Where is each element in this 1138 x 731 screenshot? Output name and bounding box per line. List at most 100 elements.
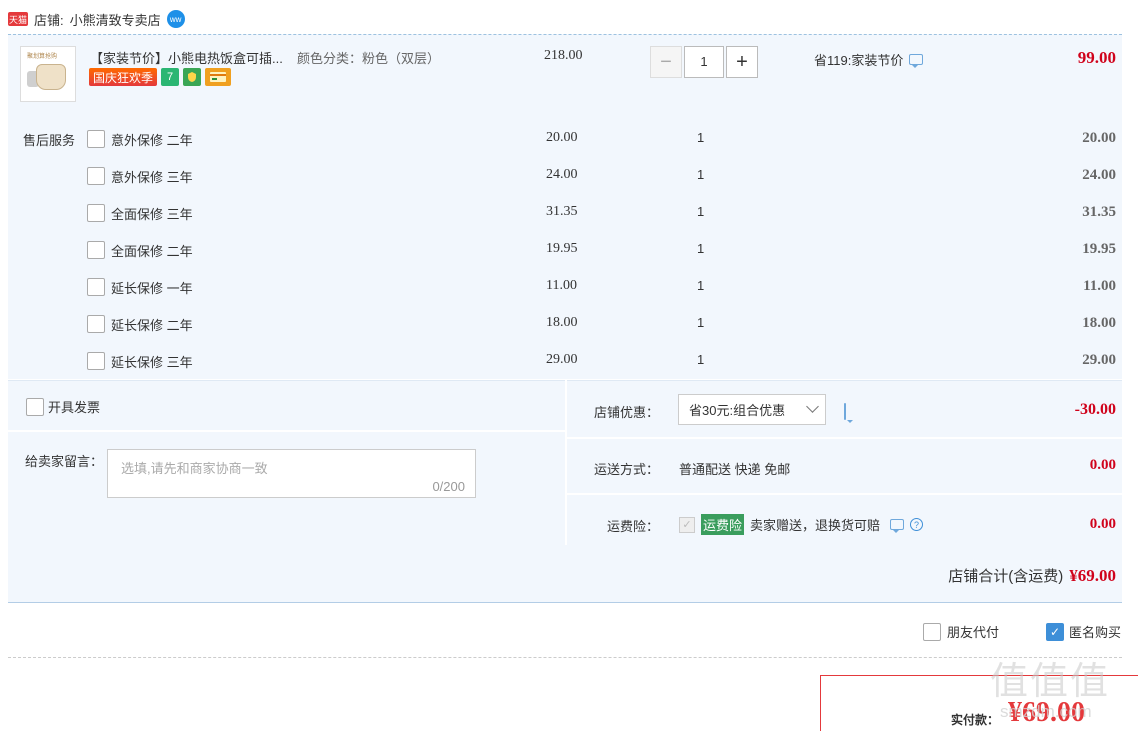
friend-pay-option[interactable]: 朋友代付 <box>923 622 999 641</box>
store-summary: 店铺合计(含运费) ¥69.00 <box>948 565 1116 586</box>
wangwang-chat-icon[interactable]: ww <box>166 10 185 28</box>
watermark-logo: 值值值 <box>990 661 1111 703</box>
comment-icon[interactable] <box>909 54 924 68</box>
service-checkbox[interactable] <box>87 352 105 370</box>
service-qty: 1 <box>697 241 705 256</box>
festival-tag: 国庆狂欢季 <box>89 68 158 86</box>
store-header: 天猫 店铺: 小熊清致专卖店 ww <box>8 8 185 30</box>
comment-icon[interactable] <box>844 403 846 420</box>
service-checkbox[interactable] <box>87 315 105 333</box>
service-total: 19.95 <box>1082 241 1116 257</box>
store-discount-amount: -30.00 <box>1074 401 1116 418</box>
friend-pay-checkbox[interactable] <box>923 622 941 641</box>
anonymous-buy-label: 匿名购买 <box>1069 625 1122 640</box>
tmall-logo-icon: 天猫 <box>8 12 28 26</box>
service-price: 18.00 <box>546 315 578 330</box>
message-char-count: 0/200 <box>432 479 465 494</box>
service-checkbox[interactable] <box>87 204 105 222</box>
shipping-insurance-label: 运费险： <box>607 519 660 534</box>
service-price: 11.00 <box>546 278 577 293</box>
store-summary-label: 店铺合计(含运费) <box>948 568 1064 585</box>
chevron-down-icon <box>806 400 819 413</box>
shipping-method: 普通配送 快递 免邮 <box>679 462 791 477</box>
shipping-label: 运送方式： <box>594 462 660 477</box>
insurance-checkbox: ✓ <box>679 516 695 533</box>
anonymous-buy-checkbox[interactable]: ✓ <box>1046 622 1064 641</box>
row-divider <box>8 430 565 432</box>
shipping-insurance: ✓ 运费险 卖家赠送，退换货可赔 ? <box>679 514 924 535</box>
discount-note: 省119:家装节价 <box>814 50 924 69</box>
service-total: 11.00 <box>1083 278 1116 294</box>
quantity-plus-button[interactable]: + <box>726 46 758 78</box>
service-total: 20.00 <box>1082 130 1116 146</box>
product-title-link[interactable]: 【家装节价】小熊电热饭盒可插... <box>90 48 283 67</box>
card-payment-icon <box>205 68 232 86</box>
quantity-input[interactable]: 1 <box>684 46 724 78</box>
anonymous-buy-option[interactable]: ✓ 匿名购买 <box>1046 622 1121 641</box>
comment-icon[interactable] <box>890 519 905 533</box>
service-checkbox[interactable] <box>87 241 105 259</box>
row-divider <box>567 493 1122 495</box>
service-name: 延长保修 一年 <box>111 281 193 296</box>
service-total: 24.00 <box>1082 167 1116 183</box>
insurance-desc: 卖家赠送，退换货可赔 <box>750 518 881 533</box>
section-divider <box>8 657 1122 658</box>
service-qty: 1 <box>697 167 705 182</box>
quantity-stepper: − 1 + <box>650 46 758 78</box>
insurance-amount: 0.00 <box>1089 516 1116 532</box>
quantity-minus-button[interactable]: − <box>650 46 682 78</box>
service-price: 29.00 <box>546 352 578 367</box>
invoice-label: 开具发票 <box>48 400 101 415</box>
thumbnail-caption: 聚划算抢购 <box>27 54 58 60</box>
service-row: 延长保修 三年 29.00 1 29.00 <box>0 350 1138 372</box>
service-name: 延长保修 三年 <box>111 355 193 370</box>
service-total: 18.00 <box>1082 315 1116 331</box>
store-name-link[interactable]: 小熊清致专卖店 <box>70 10 161 29</box>
promo-tags: 国庆狂欢季 7 <box>89 68 232 86</box>
service-row: 意外保修 二年 20.00 1 20.00 <box>0 128 1138 150</box>
insurance-tag: 运费险 <box>701 514 745 535</box>
discount-note-text: 省119:家装节价 <box>814 53 904 68</box>
store-discount-label: 店铺优惠： <box>594 405 660 420</box>
service-qty: 1 <box>697 278 705 293</box>
store-summary-amount: ¥69.00 <box>1069 566 1116 585</box>
invoice-checkbox[interactable] <box>26 397 44 416</box>
service-price: 19.95 <box>546 241 578 256</box>
message-placeholder: 选填,请先和商家协商一致 <box>121 461 268 476</box>
store-discount-value: 省30元:组合优惠 <box>689 403 786 418</box>
service-qty: 1 <box>697 204 705 219</box>
help-icon[interactable]: ? <box>910 518 924 531</box>
panel-divider <box>565 380 567 545</box>
seven-day-return-icon: 7 <box>161 68 180 86</box>
service-price: 31.35 <box>546 204 578 219</box>
store-discount-select[interactable]: 省30元:组合优惠 <box>678 394 826 425</box>
service-row: 全面保修 三年 31.35 1 31.35 <box>0 202 1138 224</box>
product-thumbnail[interactable]: 聚划算抢购 <box>20 46 76 102</box>
service-row: 延长保修 二年 18.00 1 18.00 <box>0 313 1138 335</box>
service-checkbox[interactable] <box>87 278 105 296</box>
service-name: 全面保修 三年 <box>111 207 193 222</box>
shipping-amount: 0.00 <box>1089 457 1116 473</box>
service-price: 20.00 <box>546 130 578 145</box>
service-name: 全面保修 二年 <box>111 244 193 259</box>
seller-message-input[interactable]: 选填,请先和商家协商一致 0/200 <box>107 449 476 498</box>
lunchbox-image <box>36 64 66 90</box>
service-total: 31.35 <box>1082 204 1116 220</box>
invoice-option[interactable]: 开具发票 <box>26 397 100 416</box>
service-row: 延长保修 一年 11.00 1 11.00 <box>0 276 1138 298</box>
product-sku: 颜色分类：粉色（双层） <box>297 51 441 66</box>
service-qty: 1 <box>697 315 705 330</box>
store-label: 店铺: <box>34 12 64 28</box>
service-checkbox[interactable] <box>87 130 105 148</box>
row-divider <box>567 437 1122 439</box>
service-row: 全面保修 二年 19.95 1 19.95 <box>0 239 1138 261</box>
service-checkbox[interactable] <box>87 167 105 185</box>
service-name: 意外保修 三年 <box>111 170 193 185</box>
guarantee-icon <box>183 68 202 86</box>
unit-price: 218.00 <box>544 48 583 63</box>
item-subtotal: 99.00 <box>1077 48 1116 67</box>
service-qty: 1 <box>697 130 705 145</box>
service-name: 意外保修 二年 <box>111 133 193 148</box>
service-total: 29.00 <box>1082 352 1116 368</box>
seller-message-label: 给卖家留言： <box>25 454 104 469</box>
